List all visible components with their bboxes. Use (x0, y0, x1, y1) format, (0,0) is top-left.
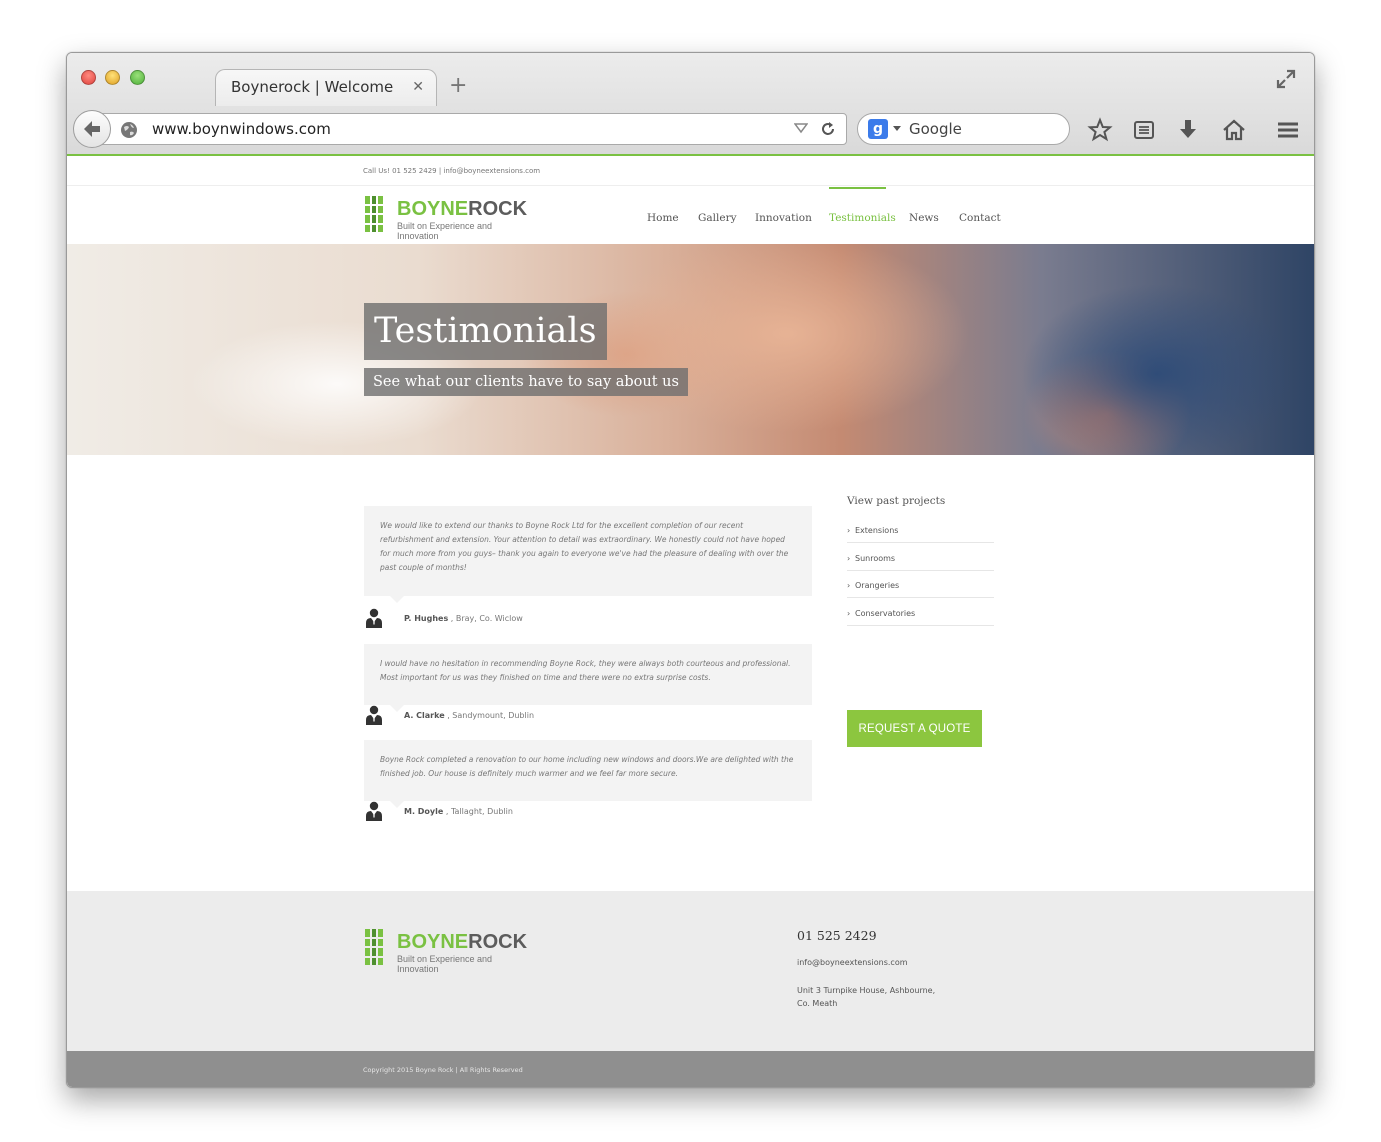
nav-active-indicator (829, 187, 886, 189)
sidebar-link-sunrooms[interactable]: › Sunrooms (847, 543, 994, 571)
zoom-window-button[interactable] (130, 70, 145, 85)
nav-item-testimonials[interactable]: Testimonials (829, 212, 896, 224)
quote-pointer (390, 596, 404, 603)
testimonial-quote: We would like to extend our thanks to Bo… (364, 506, 812, 603)
menu-icon[interactable] (1275, 117, 1301, 143)
copyright-bar: Copyright 2015 Boyne Rock | All Rights R… (67, 1051, 1314, 1087)
download-icon[interactable] (1175, 117, 1201, 143)
search-bar[interactable]: g Google (857, 113, 1070, 145)
testimonial-text: I would have no hesitation in recommendi… (380, 659, 791, 682)
sidebar-link-label: Sunrooms (855, 554, 896, 563)
sidebar-link-orangeries[interactable]: › Orangeries (847, 570, 994, 598)
nav-item-contact[interactable]: Contact (959, 212, 1001, 224)
web-page: Call Us! 01 525 2429 | info@boyneextensi… (67, 156, 1314, 1087)
footer-phone[interactable]: 01 525 2429 (797, 928, 877, 943)
hero-title: Testimonials (374, 311, 597, 351)
hero-banner: Testimonials See what our clients have t… (67, 244, 1314, 455)
testimonial-text: Boyne Rock completed a renovation to our… (380, 755, 794, 778)
google-icon[interactable]: g (868, 119, 888, 139)
hero-subtitle: See what our clients have to say about u… (373, 374, 679, 390)
fullscreen-icon[interactable] (1276, 69, 1296, 89)
browser-tab[interactable]: Boynerock | Welcome ✕ (215, 69, 437, 106)
chevron-right-icon: › (847, 609, 851, 618)
tab-close-icon[interactable]: ✕ (412, 79, 424, 95)
back-button[interactable] (73, 110, 111, 148)
footer-logo[interactable]: BOYNEROCK Built on Experience and Innova… (365, 929, 535, 974)
user-icon (366, 801, 382, 821)
topbar-contact-text: Call Us! 01 525 2429 | info@boyneextensi… (363, 167, 541, 175)
bookmark-star-icon[interactable] (1087, 117, 1113, 143)
author-line: A. Clarke , Sandymount, Dublin (404, 711, 534, 720)
logo-mark-icon (365, 929, 383, 965)
close-window-button[interactable] (81, 70, 96, 85)
request-quote-button[interactable]: REQUEST A QUOTE (847, 710, 982, 747)
reload-icon[interactable] (820, 121, 836, 137)
author-name: A. Clarke (404, 711, 445, 720)
logo-tagline: Built on Experience and Innovation (397, 221, 493, 241)
minimize-window-button[interactable] (105, 70, 120, 85)
url-history-dropdown-icon[interactable] (794, 122, 808, 134)
user-icon (366, 608, 382, 628)
logo-mark-icon (365, 196, 383, 232)
logo-tagline: Built on Experience and Innovation (397, 954, 493, 974)
hero-title-box: Testimonials (364, 303, 607, 360)
testimonial-quote: I would have no hesitation in recommendi… (364, 644, 812, 712)
footer-email[interactable]: info@boyneextensions.com (797, 958, 908, 967)
footer-address: Unit 3 Turnpike House, Ashbourne, Co. Me… (797, 984, 935, 1010)
author-line: P. Hughes , Bray, Co. Wiclow (404, 614, 523, 623)
address-line: Co. Meath (797, 999, 838, 1008)
author-location: , Tallaght, Dublin (443, 807, 513, 816)
address-line: Unit 3 Turnpike House, Ashbourne, (797, 986, 936, 995)
footer: BOYNEROCK Built on Experience and Innova… (67, 891, 1314, 1051)
globe-icon (121, 122, 137, 138)
sidebar-title: View past projects (847, 495, 946, 507)
sidebar-link-label: Conservatories (855, 609, 916, 618)
hero-subtitle-box: See what our clients have to say about u… (364, 368, 688, 396)
quote-pointer (390, 705, 404, 712)
chevron-right-icon: › (847, 554, 851, 563)
nav-item-innovation[interactable]: Innovation (755, 212, 812, 224)
copyright-text: Copyright 2015 Boyne Rock | All Rights R… (363, 1066, 523, 1074)
sidebar-link-label: Orangeries (855, 581, 900, 590)
url-bar[interactable]: www.boynwindows.com (89, 113, 847, 145)
nav-item-home[interactable]: Home (647, 212, 679, 224)
reading-list-icon[interactable] (1131, 117, 1157, 143)
sidebar-link-conservatories[interactable]: › Conservatories (847, 598, 994, 626)
testimonial-quote: Boyne Rock completed a renovation to our… (364, 740, 812, 808)
logo-name: BOYNEROCK (397, 198, 528, 220)
url-text[interactable]: www.boynwindows.com (152, 120, 331, 138)
header-logo[interactable]: BOYNEROCK Built on Experience and Innova… (365, 196, 535, 241)
chevron-right-icon: › (847, 526, 851, 535)
author-name: M. Doyle (404, 807, 444, 816)
browser-window: Boynerock | Welcome ✕ + www.boynwindows.… (66, 52, 1315, 1088)
sidebar-link-extensions[interactable]: › Extensions (847, 515, 994, 543)
author-line: M. Doyle , Tallaght, Dublin (404, 807, 513, 816)
projects-sidebar: View past projects › Extensions › Sunrooms… (847, 495, 994, 626)
nav-item-gallery[interactable]: Gallery (698, 212, 737, 224)
testimonial-text: We would like to extend our thanks to Bo… (380, 521, 789, 572)
sidebar-link-label: Extensions (855, 526, 899, 535)
home-icon[interactable] (1221, 117, 1247, 143)
chevron-right-icon: › (847, 581, 851, 590)
search-engine-caret-icon[interactable] (893, 126, 901, 131)
quote-pointer (390, 801, 404, 808)
contact-topbar: Call Us! 01 525 2429 | info@boyneextensi… (67, 156, 1314, 186)
author-name: P. Hughes (404, 614, 449, 623)
back-arrow-icon (84, 121, 100, 137)
logo-name: BOYNEROCK (397, 931, 528, 953)
nav-item-news[interactable]: News (909, 212, 939, 224)
browser-chrome: Boynerock | Welcome ✕ + www.boynwindows.… (67, 53, 1314, 156)
new-tab-icon[interactable]: + (449, 73, 467, 98)
author-location: , Sandymount, Dublin (444, 711, 535, 720)
search-placeholder[interactable]: Google (909, 120, 962, 138)
author-location: , Bray, Co. Wiclow (448, 614, 523, 623)
user-icon (366, 705, 382, 725)
tab-title: Boynerock | Welcome (231, 78, 394, 96)
